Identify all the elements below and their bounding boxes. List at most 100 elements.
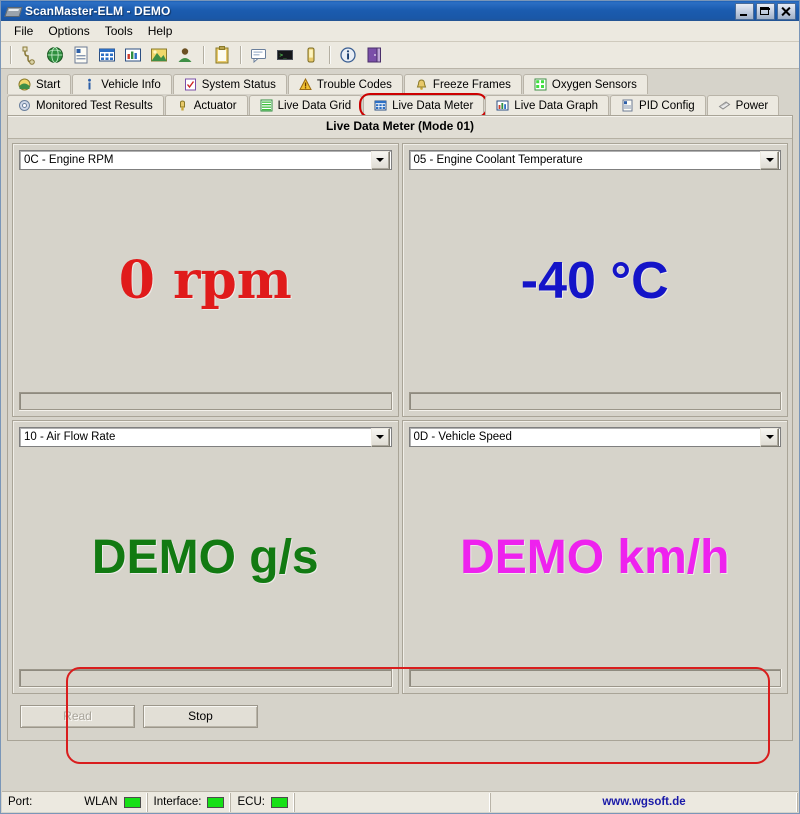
minimize-button[interactable] (735, 3, 754, 20)
website-link[interactable]: www.wgsoft.de (602, 796, 685, 808)
tab-power[interactable]: Power (707, 95, 780, 115)
tab-label: Live Data Grid (278, 100, 352, 112)
report-icon[interactable] (71, 45, 91, 65)
pid-select-2-value: 05 - Engine Coolant Temperature (410, 154, 761, 166)
tab-strip: Start Vehicle Info System Status Trouble… (1, 69, 799, 115)
menu-file[interactable]: File (7, 22, 41, 41)
tab-system-status[interactable]: System Status (173, 74, 287, 94)
meter-panel-4: 0D - Vehicle Speed DEMO km/h (402, 420, 789, 694)
bar-chart-icon[interactable] (123, 45, 143, 65)
status-interface: Interface: (148, 793, 232, 812)
menu-tools[interactable]: Tools (98, 22, 141, 41)
tab-label: Trouble Codes (317, 79, 392, 91)
chevron-down-icon[interactable] (371, 151, 390, 170)
meter-progress-4 (409, 669, 782, 687)
tab-actuator[interactable]: Actuator (165, 95, 248, 115)
battery-icon[interactable] (301, 45, 321, 65)
image-icon[interactable] (149, 45, 169, 65)
snowflake-bell-icon (415, 78, 428, 91)
menu-help[interactable]: Help (141, 22, 181, 41)
menu-options[interactable]: Options (41, 22, 97, 41)
port-label: Port: (8, 796, 32, 808)
read-button[interactable]: Read (20, 705, 135, 728)
tab-start[interactable]: Start (7, 74, 71, 94)
chevron-down-icon[interactable] (760, 428, 779, 447)
stop-button[interactable]: Stop (143, 705, 258, 728)
ecu-led-icon (271, 797, 288, 808)
application-window: ScanMaster-ELM - DEMO File Options Tools… (0, 0, 800, 814)
tab-freeze-frames[interactable]: Freeze Frames (404, 74, 522, 94)
info-icon[interactable] (338, 45, 358, 65)
user-icon[interactable] (175, 45, 195, 65)
window-title: ScanMaster-ELM - DEMO (25, 4, 735, 18)
start-icon (18, 78, 31, 91)
tab-vehicle-info[interactable]: Vehicle Info (72, 74, 171, 94)
tab-label: Live Data Meter (392, 100, 473, 112)
close-button[interactable] (777, 3, 796, 20)
pid-select-4[interactable]: 0D - Vehicle Speed (409, 427, 782, 447)
live-data-meter-panel: Live Data Meter (Mode 01) 0C - Engine RP… (7, 115, 793, 741)
port-value: WLAN (84, 796, 117, 808)
status-ecu: ECU: (231, 793, 294, 812)
connect-plug-icon[interactable] (19, 45, 39, 65)
tab-live-data-meter[interactable]: Live Data Meter (363, 95, 484, 115)
oxygen-grid-icon (534, 78, 547, 91)
tab-trouble-codes[interactable]: Trouble Codes (288, 74, 403, 94)
pid-select-1-value: 0C - Engine RPM (20, 154, 371, 166)
menu-bar: File Options Tools Help (1, 21, 799, 42)
meter-progress-1 (19, 392, 392, 410)
meter-panel-3: 10 - Air Flow Rate DEMO g/s (12, 420, 399, 694)
tab-pid-config[interactable]: PID Config (610, 95, 706, 115)
pid-select-1[interactable]: 0C - Engine RPM (19, 150, 392, 170)
pid-config-icon (621, 99, 634, 112)
panel-header: Live Data Meter (Mode 01) (8, 116, 792, 139)
interface-label: Interface: (154, 796, 202, 808)
tab-label: PID Config (639, 100, 695, 112)
maximize-button[interactable] (756, 3, 775, 20)
port-led-icon (124, 797, 141, 808)
status-empty-cell (295, 793, 491, 812)
terminal-icon[interactable]: >_ (275, 45, 295, 65)
tab-label: Live Data Graph (514, 100, 598, 112)
chevron-down-icon[interactable] (371, 428, 390, 447)
toolbar-separator (10, 46, 11, 64)
ecu-label: ECU: (237, 796, 264, 808)
tab-label: Power (736, 100, 769, 112)
meter-value-2: -40 °C (409, 170, 782, 392)
clipboard-icon[interactable] (212, 45, 232, 65)
tab-live-data-graph[interactable]: Live Data Graph (485, 95, 609, 115)
action-button-bar: Read Stop (8, 698, 792, 734)
tab-live-data-grid[interactable]: Live Data Grid (249, 95, 363, 115)
status-port: Port: WLAN (2, 793, 148, 812)
meter-panel-1: 0C - Engine RPM 0 rpm (12, 143, 399, 417)
pid-select-4-value: 0D - Vehicle Speed (410, 431, 761, 443)
tab-row-secondary: Monitored Test Results Actuator Live Dat… (7, 94, 793, 115)
interface-led-icon (207, 797, 224, 808)
window-controls (735, 3, 796, 20)
exit-door-icon[interactable] (364, 45, 384, 65)
pid-select-3-value: 10 - Air Flow Rate (20, 431, 371, 443)
tab-row-primary: Start Vehicle Info System Status Trouble… (7, 73, 793, 94)
console-window-icon[interactable] (249, 45, 269, 65)
actuator-icon (176, 99, 189, 112)
status-bar: Port: WLAN Interface: ECU: www.wgsoft.de (2, 791, 798, 812)
tab-label: Start (36, 79, 60, 91)
info-pillar-icon (83, 78, 96, 91)
graph-icon (496, 99, 509, 112)
tab-monitored-test-results[interactable]: Monitored Test Results (7, 95, 164, 115)
meters-grid: 0C - Engine RPM 0 rpm 05 - Engine Coolan… (8, 139, 792, 698)
globe-icon[interactable] (45, 45, 65, 65)
toolbar-separator (203, 46, 204, 64)
pid-select-2[interactable]: 05 - Engine Coolant Temperature (409, 150, 782, 170)
chevron-down-icon[interactable] (760, 151, 779, 170)
gear-icon (18, 99, 31, 112)
grid-icon[interactable] (97, 45, 117, 65)
status-website: www.wgsoft.de (491, 793, 798, 812)
meter-grid-icon (374, 99, 387, 112)
tab-oxygen-sensors[interactable]: Oxygen Sensors (523, 74, 648, 94)
meter-value-1: 0 rpm (19, 170, 392, 392)
meter-progress-3 (19, 669, 392, 687)
tab-label: Actuator (194, 100, 237, 112)
pid-select-3[interactable]: 10 - Air Flow Rate (19, 427, 392, 447)
tab-label: Freeze Frames (433, 79, 511, 91)
